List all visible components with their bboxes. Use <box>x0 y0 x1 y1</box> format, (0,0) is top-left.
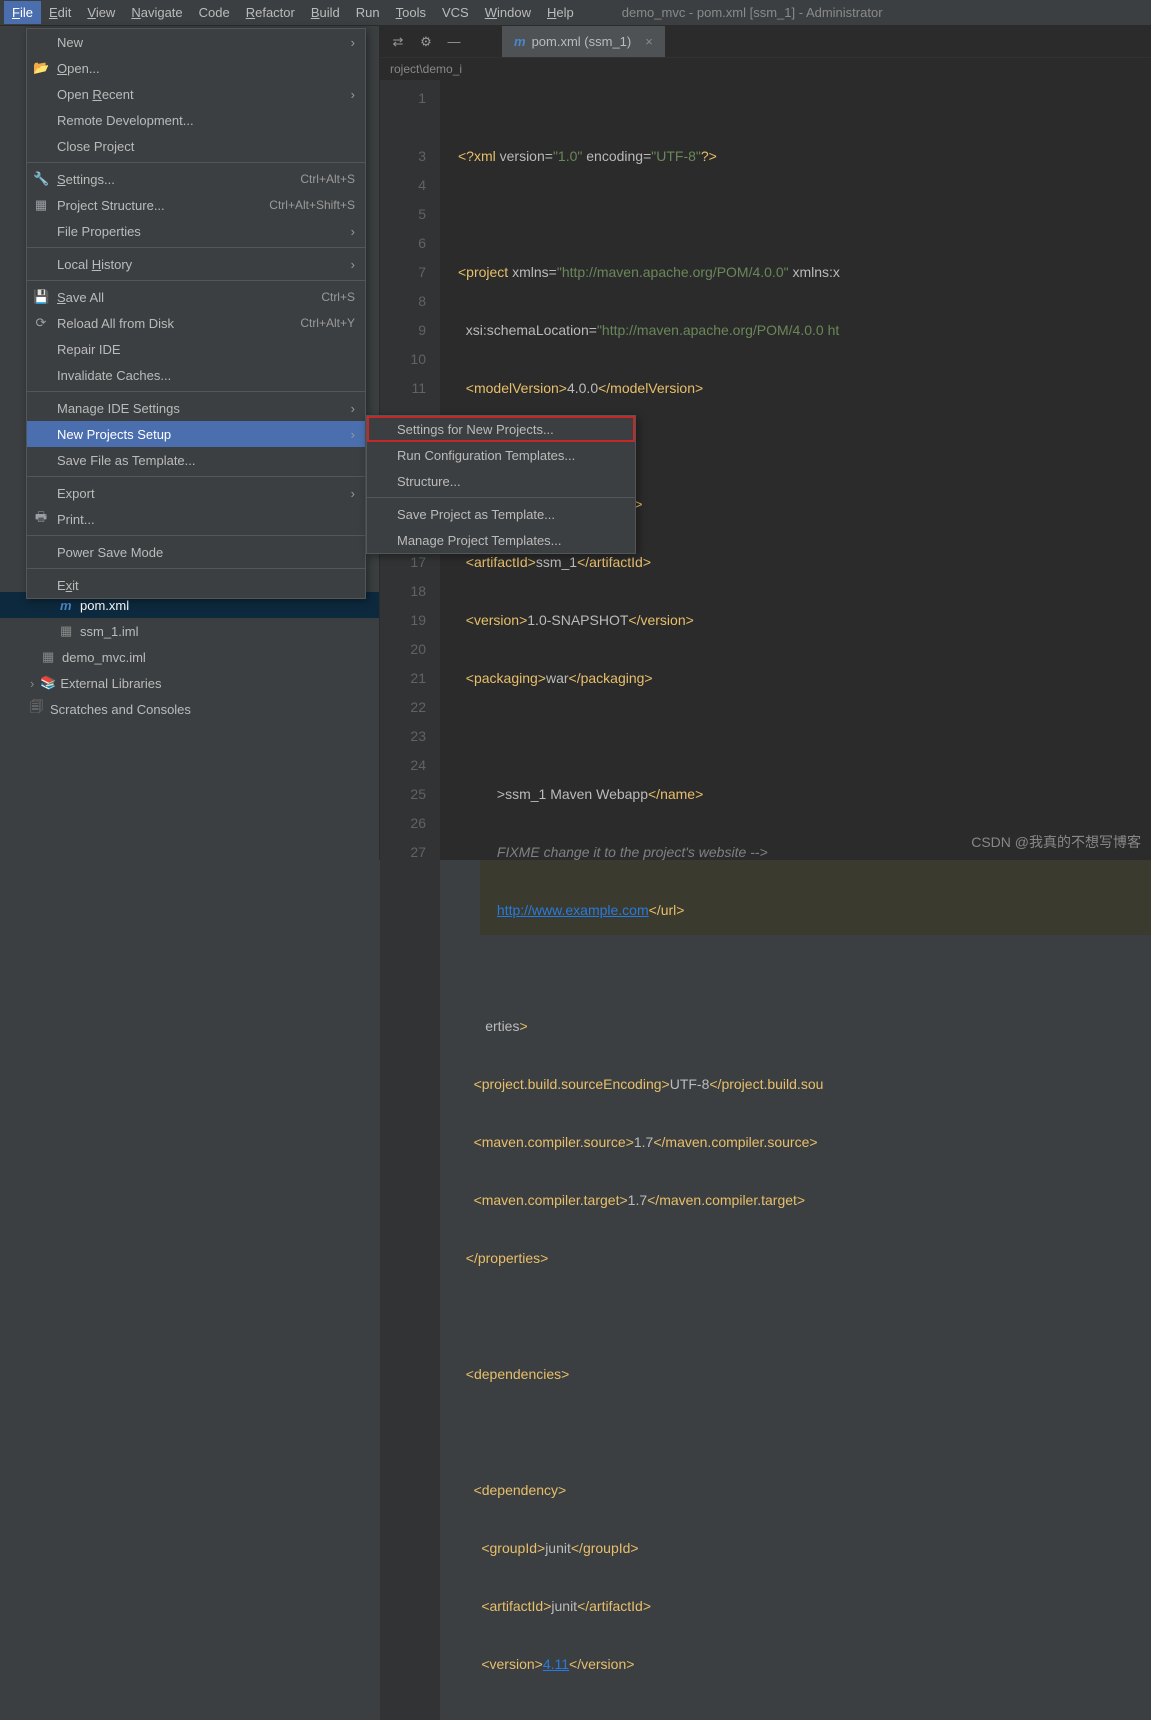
menu-build[interactable]: Build <box>303 1 348 24</box>
menu-item-print-[interactable]: 🖶Print... <box>27 506 365 532</box>
gear-icon[interactable]: ⚙ <box>416 32 436 52</box>
menu-icon: ⟳ <box>33 315 49 331</box>
file-icon: 📚 <box>40 675 54 691</box>
line-gutter: 1345678910111718192021222324252627 <box>380 80 440 1720</box>
menu-item-new[interactable]: New› <box>27 29 365 55</box>
submenu-item-run-configuration-templates-[interactable]: Run Configuration Templates... <box>367 442 635 468</box>
code-editor[interactable]: 1345678910111718192021222324252627 <?xml… <box>380 80 1151 1720</box>
menu-item-file-properties[interactable]: File Properties› <box>27 218 365 244</box>
chevron-right-icon: › <box>351 427 355 442</box>
menu-help[interactable]: Help <box>539 1 582 24</box>
menu-item-open-[interactable]: 📂Open... <box>27 55 365 81</box>
select-opened-file-icon[interactable]: ⇄ <box>388 32 408 52</box>
tree-item-scratches-and-consoles[interactable]: 🗐Scratches and Consoles <box>0 696 379 722</box>
menu-icon: ▦ <box>33 197 49 213</box>
menu-navigate[interactable]: Navigate <box>123 1 190 24</box>
chevron-right-icon: › <box>351 257 355 272</box>
menu-edit[interactable]: Edit <box>41 1 79 24</box>
tab-label: pom.xml (ssm_1) <box>532 34 632 49</box>
menu-icon: 💾 <box>33 289 49 305</box>
menu-code[interactable]: Code <box>191 1 238 24</box>
maven-icon: m <box>60 598 74 613</box>
menu-refactor[interactable]: Refactor <box>238 1 303 24</box>
chevron-right-icon: › <box>30 676 34 691</box>
menu-view[interactable]: View <box>79 1 123 24</box>
menu-item-repair-ide[interactable]: Repair IDE <box>27 336 365 362</box>
menu-item-settings-[interactable]: 🔧Settings...Ctrl+Alt+S <box>27 166 365 192</box>
chevron-right-icon: › <box>351 35 355 50</box>
menu-item-local-history[interactable]: Local History› <box>27 251 365 277</box>
menu-item-close-project[interactable]: Close Project <box>27 133 365 159</box>
menu-item-reload-all-from-disk[interactable]: ⟳Reload All from DiskCtrl+Alt+Y <box>27 310 365 336</box>
tree-item-ssm-iml[interactable]: ▦ssm_1.iml <box>0 618 379 644</box>
submenu-item-manage-project-templates-[interactable]: Manage Project Templates... <box>367 527 635 553</box>
menu-run[interactable]: Run <box>348 1 388 24</box>
menu-item-exit[interactable]: Exit <box>27 572 365 598</box>
editor-tab[interactable]: m pom.xml (ssm_1) × <box>502 26 665 57</box>
chevron-right-icon: › <box>351 224 355 239</box>
submenu-item-structure-[interactable]: Structure... <box>367 468 635 494</box>
submenu-item-save-project-as-template-[interactable]: Save Project as Template... <box>367 501 635 527</box>
menu-file[interactable]: File <box>4 1 41 24</box>
chevron-right-icon: › <box>351 401 355 416</box>
menu-item-export[interactable]: Export› <box>27 480 365 506</box>
menu-vcs[interactable]: VCS <box>434 1 477 24</box>
file-icon: 🗐 <box>30 698 44 720</box>
menu-icon: 🔧 <box>33 171 49 187</box>
menu-icon: 🖶 <box>33 508 49 530</box>
menu-item-remote-development-[interactable]: Remote Development... <box>27 107 365 133</box>
menu-item-project-structure-[interactable]: ▦Project Structure...Ctrl+Alt+Shift+S <box>27 192 365 218</box>
menu-window[interactable]: Window <box>477 1 539 24</box>
source[interactable]: <?xml version="1.0" encoding="UTF-8"?> <… <box>440 80 1151 1720</box>
menubar: FileEditViewNavigateCodeRefactorBuildRun… <box>0 0 1151 26</box>
maven-icon: m <box>514 34 526 49</box>
tree-item-external-libraries[interactable]: ›📚External Libraries <box>0 670 379 696</box>
file-icon: ▦ <box>60 623 74 639</box>
file-icon: ▦ <box>42 649 56 665</box>
collapse-icon[interactable]: — <box>444 32 464 52</box>
chevron-right-icon: › <box>351 486 355 501</box>
menu-tools[interactable]: Tools <box>388 1 434 24</box>
editor-toolbar: ⇄ ⚙ — m pom.xml (ssm_1) × <box>380 26 1151 58</box>
submenu-item-settings-for-new-projects-[interactable]: Settings for New Projects... <box>367 416 635 442</box>
menu-item-power-save-mode[interactable]: Power Save Mode <box>27 539 365 565</box>
new-projects-setup-submenu: Settings for New Projects...Run Configur… <box>366 415 636 554</box>
close-icon[interactable]: × <box>645 34 653 49</box>
file-menu-dropdown: New›📂Open...Open Recent›Remote Developme… <box>26 28 366 599</box>
window-title: demo_mvc - pom.xml [ssm_1] - Administrat… <box>622 5 883 20</box>
menu-item-open-recent[interactable]: Open Recent› <box>27 81 365 107</box>
tree-item-demo-mvc-iml[interactable]: ▦demo_mvc.iml <box>0 644 379 670</box>
menu-item-new-projects-setup[interactable]: New Projects Setup› <box>27 421 365 447</box>
chevron-right-icon: › <box>351 87 355 102</box>
menu-icon: 📂 <box>33 60 49 76</box>
menu-item-save-file-as-template-[interactable]: Save File as Template... <box>27 447 365 473</box>
menu-item-save-all[interactable]: 💾Save AllCtrl+S <box>27 284 365 310</box>
watermark: CSDN @我真的不想写博客 <box>971 832 1141 852</box>
menu-item-manage-ide-settings[interactable]: Manage IDE Settings› <box>27 395 365 421</box>
breadcrumb: roject\demo_i <box>380 58 1151 80</box>
menu-item-invalidate-caches-[interactable]: Invalidate Caches... <box>27 362 365 388</box>
